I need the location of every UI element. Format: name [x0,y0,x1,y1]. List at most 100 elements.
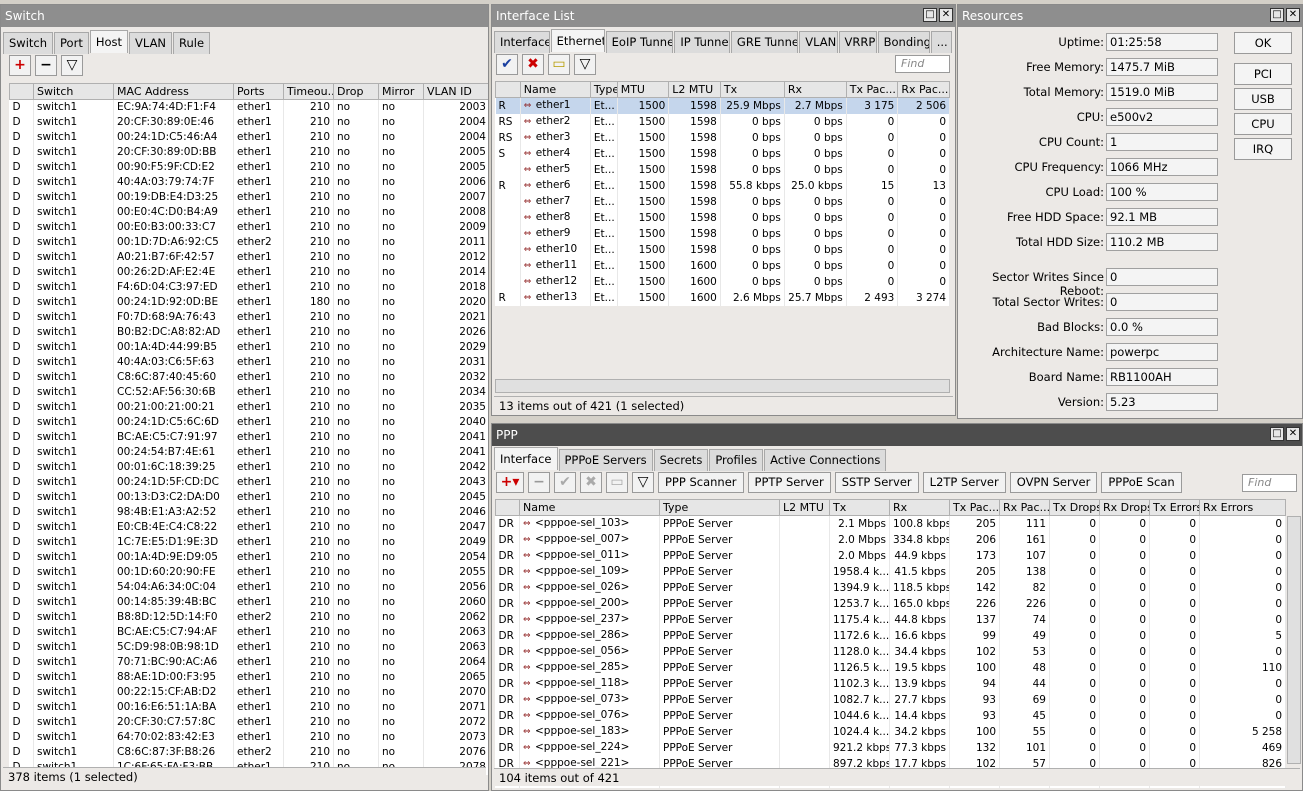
comment-button[interactable]: ▭ [548,54,570,75]
pppoe-scan-button[interactable]: PPPoE Scan [1101,472,1182,493]
table-row[interactable]: DR ⇔ <pppoe-sel_109> PPPoE Server 1958.4 k..… [495,564,1286,580]
tab-profiles[interactable]: Profiles [709,449,764,471]
maximize-button[interactable]: □ [1270,427,1284,441]
column-header[interactable] [9,83,34,100]
filter-button[interactable]: ▽ [61,55,83,76]
table-row[interactable]: ⇔ ether5 Et... 1500 1598 0 bps 0 bps 0 0 [495,162,950,178]
column-header[interactable]: Mirror [378,83,424,100]
remove-button[interactable]: − [35,55,57,76]
column-header[interactable]: Type [589,81,618,98]
table-row[interactable]: Dswitch1 40:4A:03:C6:5F:63 ether1 210 no no 20… [9,355,488,370]
column-header[interactable]: Rx Drops [1099,499,1150,516]
table-row[interactable]: Dswitch1 00:1D:60:20:90:FE ether1 210 no no 20… [9,565,488,580]
table-row[interactable]: Dswitch1 1C:7E:E5:D1:9E:3D ether1 210 no no 20… [9,535,488,550]
sstp-server-button[interactable]: SSTP Server [834,472,919,493]
tab-ip-tunnel[interactable]: IP Tunnel [674,31,730,53]
table-row[interactable]: Dswitch1 C8:6C:87:40:45:60 ether1 210 no no 20… [9,370,488,385]
vertical-scrollbar[interactable] [1287,516,1301,764]
maximize-button[interactable]: □ [1270,8,1284,22]
table-row[interactable]: Dswitch1 F4:6D:04:C3:97:ED ether1 210 no no 20… [9,280,488,295]
table-row[interactable]: Dswitch1 00:19:DB:E4:D3:25 ether1 210 no no 20… [9,190,488,205]
table-row[interactable]: ⇔ ether11 Et... 1500 1600 0 bps 0 bps 0 0 [495,258,950,274]
column-header[interactable]: Tx [829,499,890,516]
l2tp-server-button[interactable]: L2TP Server [922,472,1006,493]
column-header[interactable]: Rx Pac... [897,81,950,98]
cpu-button[interactable]: CPU [1234,113,1292,135]
tab-interface[interactable]: Interface [494,31,550,53]
tab-active-connections[interactable]: Active Connections [764,449,887,471]
table-row[interactable]: ⇔ ether7 Et... 1500 1598 0 bps 0 bps 0 0 [495,194,950,210]
table-row[interactable]: Dswitch1 70:71:BC:90:AC:A6 ether1 210 no no 20… [9,655,488,670]
table-row[interactable]: DR ⇔ <pppoe-sel_118> PPPoE Server 1102.3 k..… [495,676,1286,692]
table-row[interactable]: Dswitch1 00:16:E6:51:1A:BA ether1 210 no no 20… [9,700,488,715]
table-row[interactable]: Dswitch1 20:CF:30:C7:57:8C ether1 210 no no 20… [9,715,488,730]
column-header[interactable] [495,81,521,98]
tab-switch[interactable]: Switch [3,32,54,54]
table-row[interactable]: DR ⇔ <pppoe-sel_056> PPPoE Server 1128.0 k..… [495,644,1286,660]
table-row[interactable]: Dswitch1 40:4A:03:79:74:7F ether1 210 no no 20… [9,175,488,190]
table-row[interactable]: DR ⇔ <pppoe-sel_200> PPPoE Server 1253.7 k..… [495,596,1286,612]
tab-pppoe-servers[interactable]: PPPoE Servers [558,449,653,471]
table-row[interactable]: ⇔ ether12 Et... 1500 1600 0 bps 0 bps 0 0 [495,274,950,290]
table-row[interactable]: Dswitch1 98:4B:E1:A3:A2:52 ether1 210 no no 20… [9,505,488,520]
pptp-server-button[interactable]: PPTP Server [747,472,831,493]
disable-button[interactable]: ✖ [580,472,602,493]
table-row[interactable]: Dswitch1 00:24:1D:C5:46:A4 ether1 210 no no 20… [9,130,488,145]
table-row[interactable]: Dswitch1 00:14:85:39:4B:BC ether1 210 no no 20… [9,595,488,610]
filter-button[interactable]: ▽ [574,54,596,75]
table-row[interactable]: Dswitch1 20:CF:30:89:0E:46 ether1 210 no no 20… [9,115,488,130]
irq-button[interactable]: IRQ [1234,138,1292,160]
tab-port[interactable]: Port [54,32,89,54]
tab-rule[interactable]: Rule [173,32,211,54]
disable-button[interactable]: ✖ [522,54,544,75]
table-row[interactable]: Dswitch1 00:13:D3:C2:DA:D0 ether1 210 no no 20… [9,490,488,505]
table-row[interactable]: DR ⇔ <pppoe-sel_183> PPPoE Server 1024.4 k..… [495,724,1286,740]
column-header[interactable]: Tx Pac... [845,81,899,98]
tab-ethernet[interactable]: Ethernet [550,29,605,52]
tab-gre-tunnel[interactable]: GRE Tunnel [730,31,799,53]
ppp-scanner-button[interactable]: PPP Scanner [658,472,744,493]
table-row[interactable]: Dswitch1 B0:B2:DC:A8:82:AD ether1 210 no no 20… [9,325,488,340]
resources-titlebar[interactable]: Resources □ ✕ [958,5,1302,27]
table-row[interactable]: Dswitch1 00:24:1D:92:0D:BE ether1 180 no no 20… [9,295,488,310]
column-header[interactable]: Rx Pac... [999,499,1050,516]
column-header[interactable]: MTU [616,81,670,98]
ppp-titlebar[interactable]: PPP □ ✕ [492,424,1302,446]
table-row[interactable]: Dswitch1 00:E0:B3:00:33:C7 ether1 210 no no 20… [9,220,488,235]
table-row[interactable]: Dswitch1 EC:9A:74:4D:F1:F4 ether1 210 no no 20… [9,99,488,115]
table-row[interactable]: Dswitch1 B8:8D:12:5D:14:F0 ether2 210 no no 20… [9,610,488,625]
column-header[interactable]: Ports [233,83,284,100]
pci-button[interactable]: PCI [1234,63,1292,85]
usb-button[interactable]: USB [1234,88,1292,110]
tab-secrets[interactable]: Secrets [653,449,709,471]
close-button[interactable]: ✕ [939,8,953,22]
column-header[interactable]: Rx [783,81,847,98]
interface-titlebar[interactable]: Interface List □ ✕ [492,5,955,27]
table-row[interactable]: Dswitch1 00:01:6C:18:39:25 ether1 210 no no 20… [9,460,488,475]
column-header[interactable]: Tx Drops [1049,499,1100,516]
table-row[interactable]: RS ⇔ ether2 Et... 1500 1598 0 bps 0 bps 0 0 [495,114,950,130]
column-header[interactable]: Timeou... [283,83,334,100]
column-header[interactable]: Type [659,499,780,516]
table-row[interactable]: R ⇔ ether1 Et... 1500 1598 25.9 Mbps 2.7 Mbps 3 … [495,97,950,114]
column-header[interactable]: Rx [889,499,950,516]
table-row[interactable]: Dswitch1 00:24:54:B7:4E:61 ether1 210 no no 20… [9,445,488,460]
table-row[interactable]: Dswitch1 00:24:1D:5F:CD:DC ether1 210 no no 20… [9,475,488,490]
column-header[interactable]: L2 MTU [779,499,830,516]
table-row[interactable]: Dswitch1 00:1D:7D:A6:92:C5 ether2 210 no no 20… [9,235,488,250]
column-header[interactable] [495,499,520,516]
tab-vlan[interactable]: VLAN [799,31,838,53]
tab--[interactable]: ... [930,31,953,53]
table-row[interactable]: Dswitch1 00:1A:4D:44:99:B5 ether1 210 no no 20… [9,340,488,355]
close-button[interactable]: ✕ [1286,8,1300,22]
table-row[interactable]: ⇔ ether8 Et... 1500 1598 0 bps 0 bps 0 0 [495,210,950,226]
tab-bonding[interactable]: Bonding [877,31,930,53]
ok-button[interactable]: OK [1234,32,1292,54]
table-row[interactable]: DR ⇔ <pppoe-sel_237> PPPoE Server 1175.4 k..… [495,612,1286,628]
table-row[interactable]: Dswitch1 5C:D9:98:0B:98:1D ether1 210 no no 20… [9,640,488,655]
table-row[interactable]: Dswitch1 C8:6C:87:3F:B8:26 ether2 210 no no 20… [9,745,488,760]
table-row[interactable]: DR ⇔ <pppoe-sel_224> PPPoE Server 921.2 kbps… [495,740,1286,756]
tab-vlan[interactable]: VLAN [129,32,173,54]
table-row[interactable]: DR ⇔ <pppoe-sel_007> PPPoE Server 2.0 Mbps 33… [495,532,1286,548]
table-row[interactable]: Dswitch1 BC:AE:C5:C7:91:97 ether1 210 no no 20… [9,430,488,445]
